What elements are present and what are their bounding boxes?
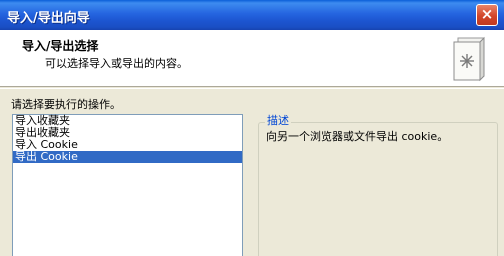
wizard-body: 请选择要执行的操作。 导入收藏夹 导出收藏夹 导入 Cookie 导出 Cook… (0, 88, 504, 256)
wizard-header: 导入/导出选择 可以选择导入或导出的内容。 (0, 30, 504, 87)
description-legend: 描述 (265, 112, 291, 128)
action-prompt: 请选择要执行的操作。 (11, 98, 121, 111)
header-title: 导入/导出选择 (22, 39, 99, 53)
close-button[interactable]: × (476, 4, 498, 26)
close-icon: × (480, 5, 494, 23)
title-bar: 导入/导出向导 × (0, 0, 504, 30)
action-listbox[interactable]: 导入收藏夹 导出收藏夹 导入 Cookie 导出 Cookie (12, 114, 243, 256)
header-subtitle: 可以选择导入或导出的内容。 (45, 57, 188, 70)
description-text: 向另一个浏览器或文件导出 cookie。 (266, 130, 449, 143)
list-item-export-cookies[interactable]: 导出 Cookie (13, 151, 242, 163)
window-title: 导入/导出向导 (7, 11, 90, 26)
wizard-book-icon (453, 36, 485, 82)
